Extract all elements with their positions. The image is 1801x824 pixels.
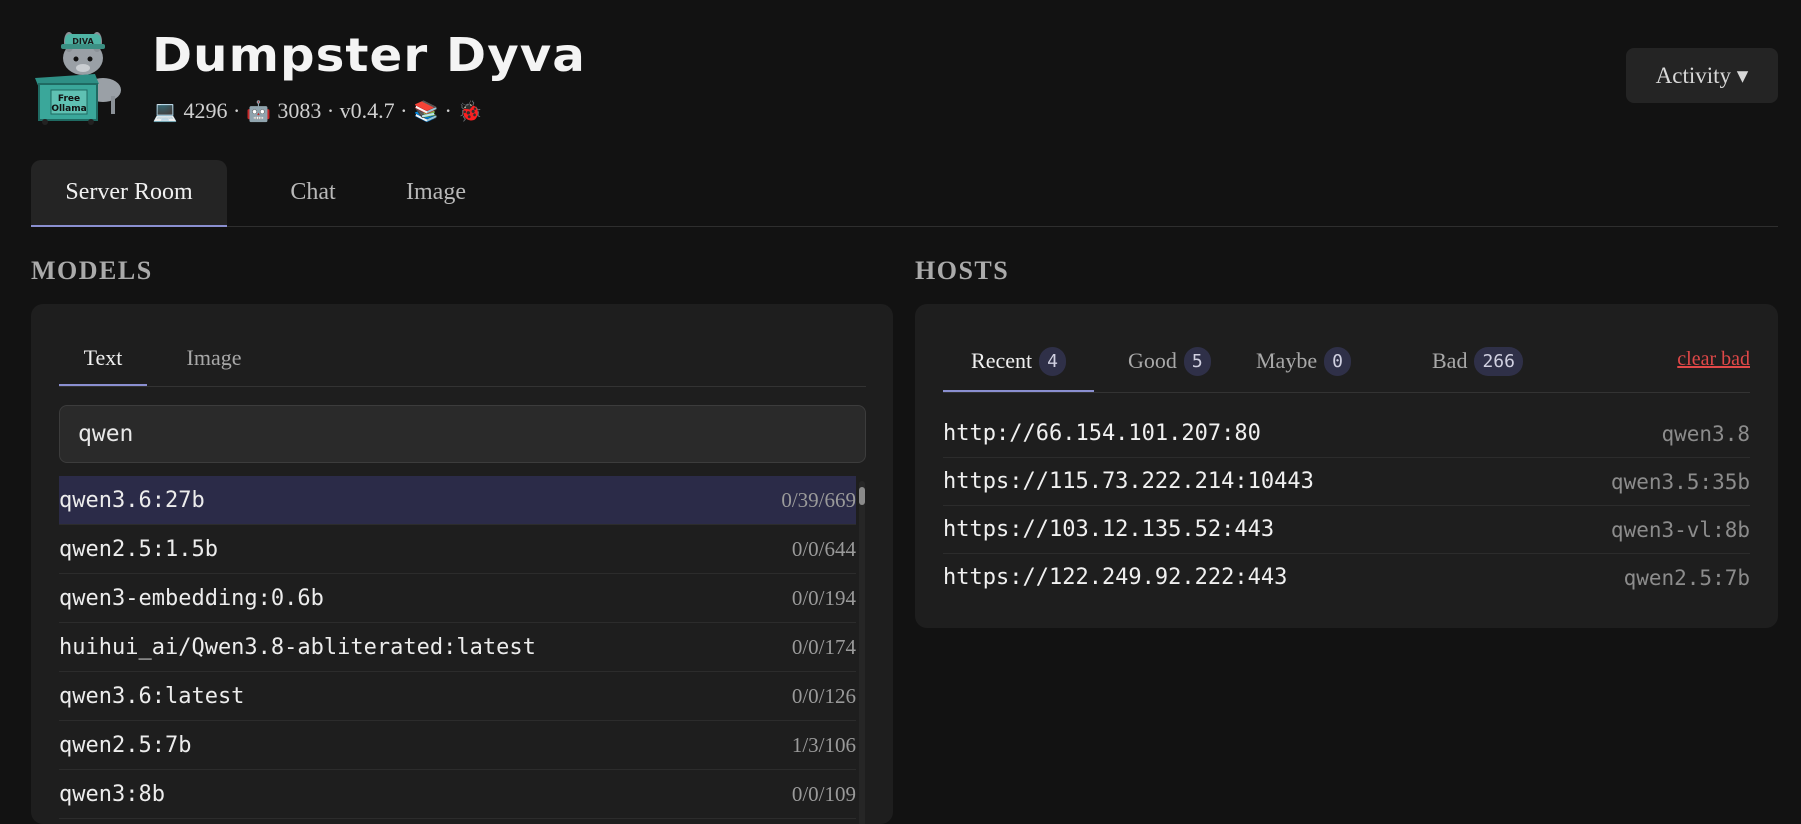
count-badge: 0: [1324, 346, 1351, 376]
separator: ·: [400, 97, 408, 123]
tab-label: Good: [1128, 348, 1177, 373]
version-label: v0.4.7: [339, 97, 395, 123]
model-row[interactable]: qwen3:8b 0/0/109: [59, 770, 856, 819]
tab-label: Bad: [1432, 348, 1468, 373]
count-badge: 5: [1183, 346, 1211, 376]
model-list-scrollbar-thumb[interactable]: [859, 487, 865, 505]
model-row[interactable]: qwen2.5:1.5b 0/0/644: [59, 525, 856, 574]
model-list: qwen3.6:27b 0/39/669 qwen2.5:1.5b 0/0/64…: [59, 476, 856, 819]
host-row[interactable]: https://122.249.92.222:443 qwen2.5:7b: [943, 554, 1750, 601]
model-name: qwen3.6:27b: [59, 487, 205, 513]
tab-text[interactable]: Text: [59, 332, 147, 386]
models-panel: Text Image qwen3.6:27b 0/39/669 qwen2.5:…: [31, 304, 893, 824]
model-count: 0/0/174: [791, 634, 856, 659]
activity-dropdown-button[interactable]: Activity ▾: [1626, 48, 1778, 103]
host-url: https://115.73.222.214:10443: [943, 469, 1314, 494]
separator: ·: [326, 97, 335, 123]
laptop-icon: 💻: [152, 98, 178, 123]
model-name: qwen3.6:latest: [59, 683, 245, 709]
host-model: qwen3.8: [1661, 421, 1750, 446]
hosts-tab-bar: Recent 4 Good 5 Maybe 0 Bad 266 clear ba…: [943, 332, 1750, 393]
host-list: http://66.154.101.207:80 qwen3.8 https:/…: [943, 410, 1750, 601]
app-header: DIVA Free Ollama Dumpster Dyva 💻 4296 · …: [31, 28, 1778, 128]
tab-server-room[interactable]: Server Room: [31, 160, 227, 227]
header-stats: 💻 4296 · 🤖 3083 · v0.4.7 · 📚 · 🐞: [152, 96, 483, 124]
count-badge: 4: [1039, 346, 1066, 376]
tab-label: Maybe: [1256, 348, 1318, 373]
ladybug-icon[interactable]: 🐞: [457, 99, 483, 123]
model-name: qwen3-embedding:0.6b: [59, 585, 324, 611]
main-tab-bar: Server Room Chat Image: [31, 160, 1778, 227]
tab-label: Recent: [971, 348, 1033, 373]
separator: ·: [233, 97, 241, 123]
model-name: qwen2.5:7b: [59, 732, 192, 758]
host-model: qwen3-vl:8b: [1610, 517, 1750, 542]
model-count: 0/0/126: [791, 683, 856, 708]
tab-image-models[interactable]: Image: [159, 332, 269, 384]
model-list-scrollbar-track[interactable]: [859, 481, 865, 824]
app-title: Dumpster Dyva: [152, 28, 586, 82]
tab-maybe[interactable]: Maybe 0: [1256, 332, 1351, 390]
separator: ·: [444, 97, 452, 123]
model-count: 1/3/106: [791, 732, 856, 757]
host-model: qwen3.5:35b: [1610, 469, 1750, 494]
models-heading: MODELS: [31, 256, 153, 285]
tab-image[interactable]: Image: [376, 160, 496, 225]
host-row[interactable]: https://103.12.135.52:443 qwen3-vl:8b: [943, 506, 1750, 554]
model-count: 0/0/109: [791, 781, 856, 806]
model-row[interactable]: qwen3.6:latest 0/0/126: [59, 672, 856, 721]
host-row[interactable]: https://115.73.222.214:10443 qwen3.5:35b: [943, 458, 1750, 506]
host-row[interactable]: http://66.154.101.207:80 qwen3.8: [943, 410, 1750, 458]
model-count: 0/39/669: [781, 487, 856, 512]
model-row[interactable]: qwen3.6:27b 0/39/669: [59, 476, 856, 525]
svg-text:Ollama: Ollama: [51, 104, 86, 114]
activity-label: Activity ▾: [1655, 62, 1749, 88]
hosts-panel: Recent 4 Good 5 Maybe 0 Bad 266 clear ba…: [915, 304, 1778, 628]
tab-chat[interactable]: Chat: [251, 160, 375, 225]
model-row[interactable]: huihui_ai/Qwen3.8-abliterated:latest 0/0…: [59, 623, 856, 672]
tab-good[interactable]: Good 5: [1128, 332, 1211, 390]
model-count: 0/0/644: [791, 536, 856, 561]
host-model: qwen2.5:7b: [1623, 565, 1750, 590]
svg-text:DIVA: DIVA: [72, 37, 94, 46]
model-name: qwen2.5:1.5b: [59, 536, 218, 562]
svg-text:Free: Free: [58, 94, 80, 104]
host-url: https://103.12.135.52:443: [943, 517, 1275, 542]
hosts-heading: HOSTS: [915, 256, 1010, 285]
tab-bad[interactable]: Bad 266: [1432, 332, 1523, 390]
count-badge: 266: [1474, 346, 1523, 376]
tab-recent[interactable]: Recent 4: [943, 332, 1094, 392]
bot-count: 3083: [277, 97, 322, 123]
model-search-input[interactable]: [59, 405, 866, 463]
dumpster-llama-logo: DIVA Free Ollama: [35, 32, 121, 125]
model-row[interactable]: qwen3-embedding:0.6b 0/0/194: [59, 574, 856, 623]
model-row[interactable]: qwen2.5:7b 1/3/106: [59, 721, 856, 770]
host-url: http://66.154.101.207:80: [943, 421, 1261, 446]
robot-icon: 🤖: [246, 98, 272, 123]
clear-bad-link[interactable]: clear bad: [1677, 348, 1750, 371]
model-name: huihui_ai/Qwen3.8-abliterated:latest: [59, 634, 536, 660]
model-name: qwen3:8b: [59, 781, 165, 807]
books-icon[interactable]: 📚: [413, 99, 439, 123]
host-url: https://122.249.92.222:443: [943, 565, 1288, 590]
laptop-count: 4296: [183, 97, 228, 123]
model-count: 0/0/194: [791, 585, 856, 610]
models-tab-bar: Text Image: [59, 332, 866, 387]
